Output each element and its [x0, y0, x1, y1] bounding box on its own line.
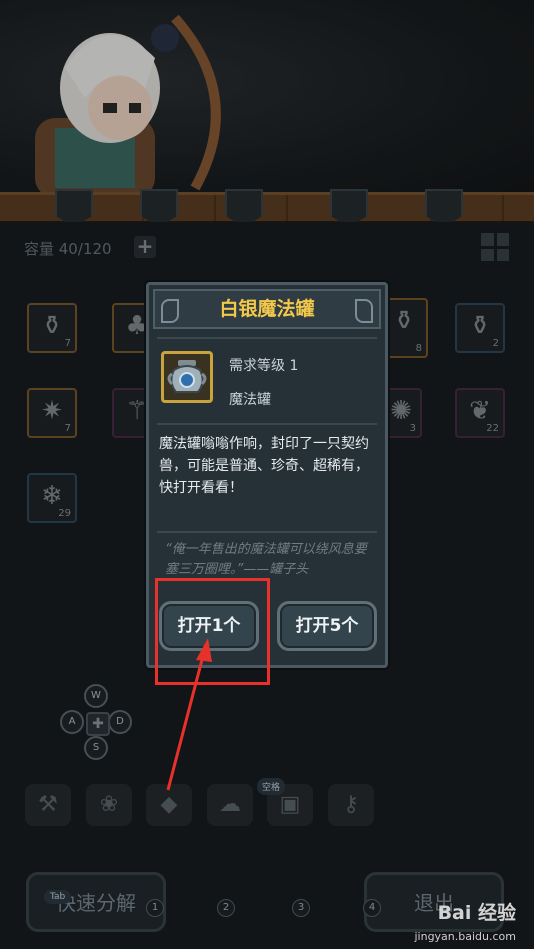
jar-icon — [167, 360, 207, 393]
item-description: 魔法罐嗡嗡作响，封印了一只契约兽，可能是普通、珍奇、超稀有，快打开看看！ — [159, 436, 369, 496]
ornament-icon — [355, 299, 373, 323]
divider — [157, 531, 377, 533]
open-5-button[interactable]: 打开5个 — [277, 601, 377, 651]
watermark-url: jingyan.baidu.com — [414, 930, 516, 943]
annotation-highlight-box — [155, 578, 270, 685]
dialog-title: 白银魔法罐 — [219, 298, 315, 320]
flavor-quote: “俺一年售出的魔法罐可以绕风息要塞三万圈哩。”——罐子头 — [165, 542, 367, 577]
divider — [157, 423, 377, 425]
dialog-header: 白银魔法罐 — [153, 289, 381, 329]
divider — [157, 337, 377, 339]
required-level: 需求等级 1 — [229, 358, 299, 374]
baidu-logo: Bai 经验 — [437, 902, 516, 924]
magic-jar-item-icon — [161, 351, 213, 403]
item-type-name: 魔法罐 — [229, 392, 271, 408]
